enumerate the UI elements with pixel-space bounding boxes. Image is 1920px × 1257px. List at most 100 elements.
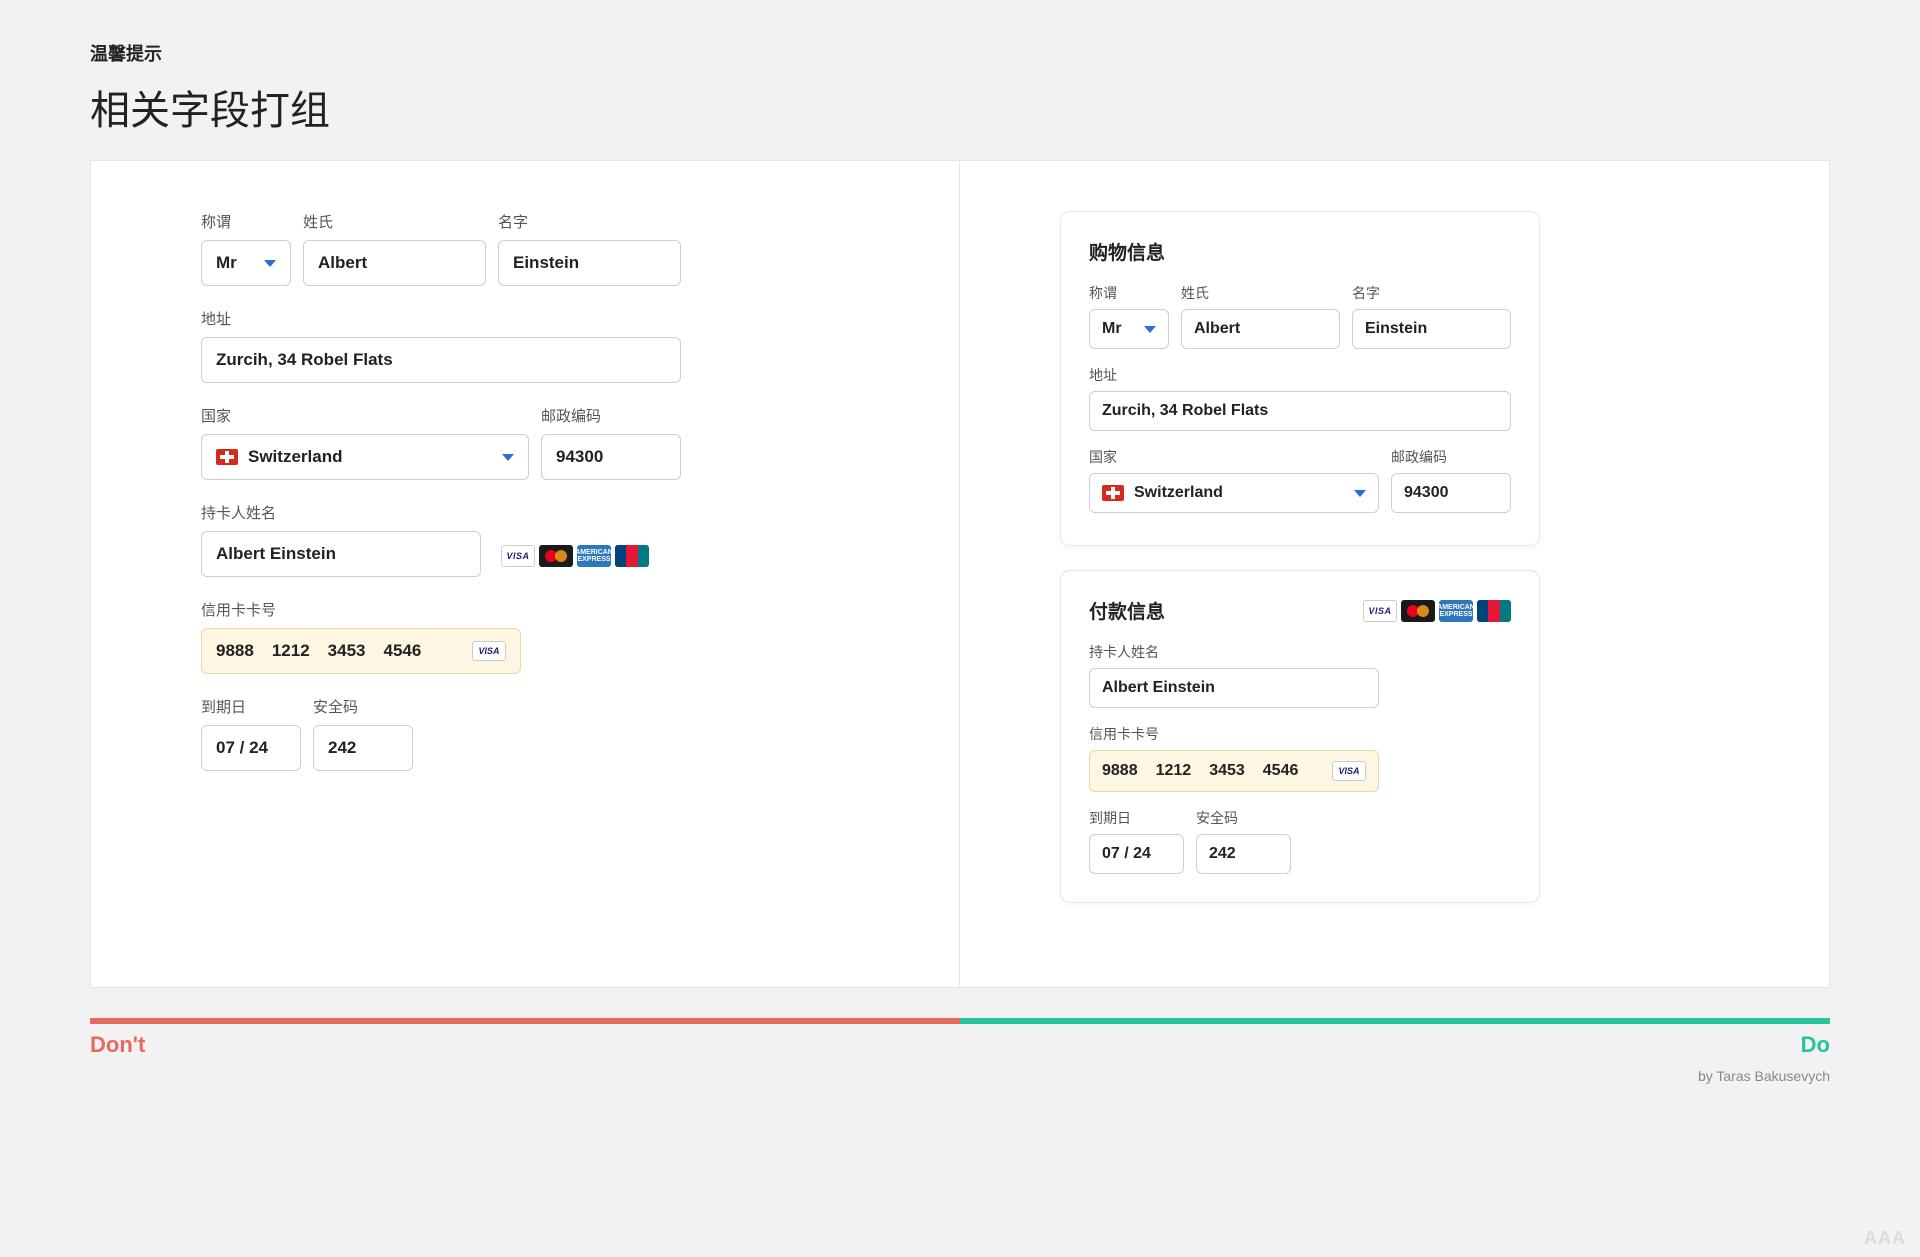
- unionpay-icon: [615, 545, 649, 567]
- label-country: 国家: [201, 405, 529, 426]
- chevron-down-icon: [264, 260, 276, 267]
- cvv-input[interactable]: 242: [1196, 834, 1291, 874]
- address-value: Zurcih, 34 Robel Flats: [1102, 402, 1268, 420]
- section-title-shopping: 购物信息: [1089, 238, 1511, 265]
- cardholder-value: Albert Einstein: [216, 544, 336, 564]
- unionpay-icon: [1477, 600, 1511, 622]
- label-address: 地址: [201, 308, 681, 329]
- expiry-input[interactable]: 07 / 24: [1089, 834, 1184, 874]
- country-select[interactable]: Switzerland: [201, 434, 529, 480]
- visa-icon: VISA: [1363, 600, 1397, 622]
- firstname-value: Einstein: [513, 253, 579, 273]
- card-brand-row: VISA AMERICAN EXPRESS: [501, 545, 649, 567]
- card-group-3: 3453: [1209, 762, 1245, 780]
- card-group-4: 4546: [383, 641, 421, 661]
- chevron-down-icon: [502, 454, 514, 461]
- bar-do: [960, 1018, 1830, 1024]
- flag-switzerland-icon: [216, 449, 238, 465]
- card-group-4: 4546: [1263, 762, 1299, 780]
- cvv-input[interactable]: 242: [313, 725, 413, 771]
- visa-icon: VISA: [501, 545, 535, 567]
- label-cardholder: 持卡人姓名: [1089, 642, 1379, 662]
- card-brand-row: VISA AMERICAN EXPRESS: [1363, 600, 1511, 622]
- label-cardholder: 持卡人姓名: [201, 502, 481, 523]
- cardholder-value: Albert Einstein: [1102, 679, 1215, 697]
- expiry-input[interactable]: 07 / 24: [201, 725, 301, 771]
- lastname-value: Albert: [1194, 320, 1240, 338]
- card-group-1: 9888: [216, 641, 254, 661]
- section-title-payment: 付款信息: [1089, 597, 1165, 624]
- firstname-input[interactable]: Einstein: [498, 240, 681, 286]
- lastname-input[interactable]: Albert: [1181, 309, 1340, 349]
- cardnumber-input[interactable]: 9888 1212 3453 4546 VISA: [201, 628, 521, 674]
- label-zip: 邮政编码: [541, 405, 681, 426]
- label-title: 称谓: [201, 211, 291, 232]
- cvv-value: 242: [1209, 845, 1236, 863]
- label-cardnumber: 信用卡卡号: [1089, 724, 1379, 744]
- address-value: Zurcih, 34 Robel Flats: [216, 350, 393, 370]
- flag-switzerland-icon: [1102, 485, 1124, 501]
- label-firstname: 名字: [1352, 283, 1511, 303]
- card-group-2: 1212: [272, 641, 310, 661]
- label-do: Do: [1801, 1032, 1830, 1058]
- label-cvv: 安全码: [1196, 808, 1291, 828]
- mastercard-icon: [1401, 600, 1435, 622]
- label-country: 国家: [1089, 447, 1379, 467]
- lastname-value: Albert: [318, 253, 367, 273]
- salutation-select[interactable]: Mr: [201, 240, 291, 286]
- payment-info-card: 付款信息 VISA AMERICAN EXPRESS 持卡人姓名 Albert …: [1060, 570, 1540, 903]
- shopping-info-card: 购物信息 称谓 Mr 姓氏 Albert: [1060, 211, 1540, 546]
- expiry-value: 07 / 24: [1102, 845, 1151, 863]
- bar-dont: [90, 1018, 960, 1024]
- address-input[interactable]: Zurcih, 34 Robel Flats: [1089, 391, 1511, 431]
- zip-value: 94300: [556, 447, 603, 467]
- lastname-input[interactable]: Albert: [303, 240, 486, 286]
- zip-input[interactable]: 94300: [541, 434, 681, 480]
- cardholder-input[interactable]: Albert Einstein: [1089, 668, 1379, 708]
- country-select[interactable]: Switzerland: [1089, 473, 1379, 513]
- cvv-value: 242: [328, 738, 356, 758]
- label-cardnumber: 信用卡卡号: [201, 599, 521, 620]
- card-group-1: 9888: [1102, 762, 1138, 780]
- label-expiry: 到期日: [1089, 808, 1184, 828]
- expiry-value: 07 / 24: [216, 738, 268, 758]
- page-kicker: 温馨提示: [90, 40, 1830, 66]
- amex-icon: AMERICAN EXPRESS: [1439, 600, 1473, 622]
- salutation-value: Mr: [1102, 320, 1122, 338]
- card-group-3: 3453: [328, 641, 366, 661]
- label-firstname: 名字: [498, 211, 681, 232]
- panel-dont: 称谓 Mr 姓氏 Albert 名字: [91, 161, 960, 987]
- zip-value: 94300: [1404, 484, 1449, 502]
- label-address: 地址: [1089, 365, 1511, 385]
- zip-input[interactable]: 94300: [1391, 473, 1511, 513]
- comparison-container: 称谓 Mr 姓氏 Albert 名字: [90, 160, 1830, 988]
- salutation-value: Mr: [216, 253, 237, 273]
- label-title: 称谓: [1089, 283, 1169, 303]
- address-input[interactable]: Zurcih, 34 Robel Flats: [201, 337, 681, 383]
- country-value: Switzerland: [1134, 484, 1223, 502]
- visa-icon: VISA: [472, 641, 506, 661]
- credit-text: by Taras Bakusevych: [0, 1068, 1830, 1084]
- firstname-input[interactable]: Einstein: [1352, 309, 1511, 349]
- label-cvv: 安全码: [313, 696, 413, 717]
- cardholder-input[interactable]: Albert Einstein: [201, 531, 481, 577]
- chevron-down-icon: [1354, 490, 1366, 497]
- label-zip: 邮政编码: [1391, 447, 1511, 467]
- card-group-2: 1212: [1156, 762, 1192, 780]
- salutation-select[interactable]: Mr: [1089, 309, 1169, 349]
- country-value: Switzerland: [248, 447, 342, 467]
- label-expiry: 到期日: [201, 696, 301, 717]
- page-title: 相关字段打组: [90, 78, 1830, 136]
- bottom-bars: [90, 1018, 1830, 1024]
- watermark: AAA: [1864, 1228, 1906, 1249]
- firstname-value: Einstein: [1365, 320, 1427, 338]
- label-lastname: 姓氏: [1181, 283, 1340, 303]
- panel-do: 购物信息 称谓 Mr 姓氏 Albert: [960, 161, 1829, 987]
- chevron-down-icon: [1144, 326, 1156, 333]
- amex-icon: AMERICAN EXPRESS: [577, 545, 611, 567]
- cardnumber-input[interactable]: 9888 1212 3453 4546 VISA: [1089, 750, 1379, 792]
- label-lastname: 姓氏: [303, 211, 486, 232]
- mastercard-icon: [539, 545, 573, 567]
- label-dont: Don't: [90, 1032, 145, 1058]
- visa-icon: VISA: [1332, 761, 1366, 781]
